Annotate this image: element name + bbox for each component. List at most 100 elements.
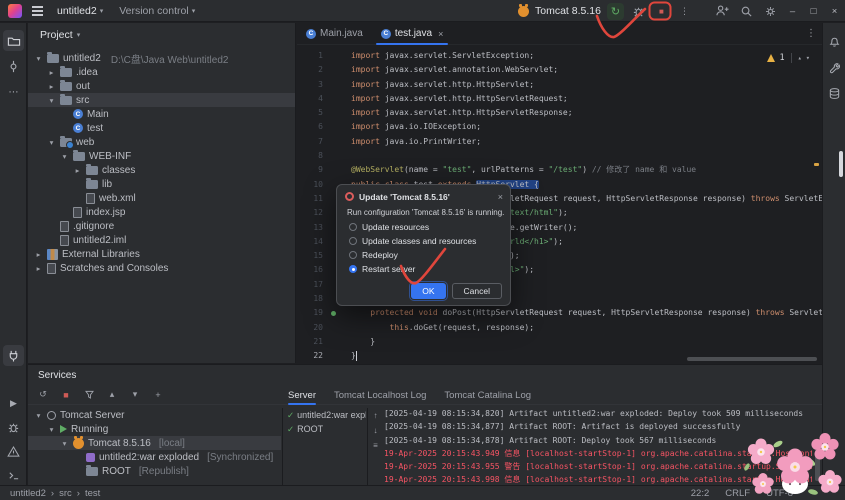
- notifications-tool-button[interactable]: [824, 31, 845, 52]
- run-config-name[interactable]: Tomcat 8.5.16: [535, 5, 601, 17]
- minimize-button[interactable]: –: [782, 0, 803, 22]
- maximize-button[interactable]: □: [803, 0, 824, 22]
- code-line[interactable]: 9 @WebServlet(name = "test", urlPatterns …: [297, 163, 822, 177]
- code-line[interactable]: 3 import javax.servlet.http.HttpServlet;: [297, 78, 822, 92]
- scroll-up-icon[interactable]: ↑: [374, 411, 378, 420]
- project-tree-item[interactable]: index.jsp: [28, 205, 295, 219]
- tab-tomcat-catalina-log[interactable]: Tomcat Catalina Log: [444, 385, 531, 405]
- filter-icon[interactable]: [82, 389, 96, 400]
- code-line[interactable]: 7 import java.io.PrintWriter;: [297, 135, 822, 149]
- project-tree-item[interactable]: .gitignore: [28, 219, 295, 233]
- services-header[interactable]: Services: [28, 365, 822, 385]
- close-button[interactable]: ×: [824, 0, 845, 22]
- radio-icon[interactable]: [349, 237, 357, 245]
- tab-options-icon[interactable]: ⋮: [806, 28, 816, 39]
- main-menu-button[interactable]: [30, 4, 45, 17]
- terminal-tool-button[interactable]: [3, 465, 24, 486]
- project-tree-item[interactable]: untitled2.iml: [28, 233, 295, 247]
- project-tree-item[interactable]: ▸ out: [28, 79, 295, 93]
- tab-main-java[interactable]: C Main.java: [297, 23, 372, 45]
- code-line[interactable]: 20 this.doGet(request, response);: [297, 321, 822, 335]
- build-tool-button[interactable]: [824, 57, 845, 78]
- code-line[interactable]: 2 import javax.servlet.annotation.WebServ…: [297, 63, 822, 77]
- code-line[interactable]: 6 import java.io.IOException;: [297, 120, 822, 134]
- project-tool-button[interactable]: [3, 30, 24, 51]
- project-tree-item[interactable]: ▾ web: [28, 135, 295, 149]
- stop-button[interactable]: ■: [653, 3, 670, 20]
- breadcrumb-item[interactable]: src: [59, 488, 72, 499]
- code-line[interactable]: 4 import javax.servlet.http.HttpServletRe…: [297, 92, 822, 106]
- radio-option[interactable]: Restart server: [349, 262, 510, 276]
- radio-option[interactable]: Update resources: [349, 220, 510, 234]
- project-widget[interactable]: untitled2 ▾: [53, 3, 107, 19]
- add-user-button[interactable]: [710, 0, 734, 22]
- more-tools-button[interactable]: ⋯: [3, 82, 24, 103]
- expand-all-icon[interactable]: ▴: [105, 389, 119, 400]
- collapse-all-icon[interactable]: ▾: [128, 389, 142, 400]
- code-line[interactable]: 5 import javax.servlet.http.HttpServletRe…: [297, 106, 822, 120]
- add-service-icon[interactable]: +: [151, 390, 165, 400]
- project-tree-item[interactable]: ▾ src: [28, 93, 295, 107]
- close-tab-icon[interactable]: ×: [438, 29, 443, 39]
- commit-tool-button[interactable]: [3, 56, 24, 77]
- services-tree-item[interactable]: ▾ Running: [28, 422, 281, 436]
- vcs-widget[interactable]: Version control ▾: [115, 3, 199, 19]
- project-tree-item[interactable]: lib: [28, 177, 295, 191]
- log-scrollbar[interactable]: [815, 443, 820, 481]
- tab-test-java[interactable]: C test.java ×: [372, 23, 453, 45]
- radio-option[interactable]: Update classes and resources: [349, 234, 510, 248]
- run-tool-button[interactable]: ▶: [3, 393, 24, 414]
- horizontal-scrollbar[interactable]: [687, 357, 817, 361]
- settings-button[interactable]: [758, 0, 782, 22]
- breadcrumb-item[interactable]: untitled2: [10, 488, 46, 499]
- radio-icon[interactable]: [349, 265, 357, 273]
- project-tree-item[interactable]: Ctest: [28, 121, 295, 135]
- services-tree-item[interactable]: untitled2:war exploded [Synchronized]: [28, 450, 281, 464]
- project-tree-item[interactable]: ▸ .idea: [28, 65, 295, 79]
- rerun-button[interactable]: ↻: [606, 2, 624, 20]
- services-tree-item[interactable]: ▾ Tomcat 8.5.16 [local]: [28, 435, 281, 450]
- search-button[interactable]: [734, 0, 758, 22]
- project-tree-item[interactable]: ▸ External Libraries: [28, 247, 295, 261]
- ok-button[interactable]: OK: [409, 281, 448, 301]
- services-tree-item[interactable]: ▾ Tomcat Server: [28, 408, 281, 422]
- project-tree-item[interactable]: web.xml: [28, 191, 295, 205]
- radio-icon[interactable]: [349, 223, 357, 231]
- stop-icon[interactable]: ■: [59, 390, 73, 400]
- project-tree-item[interactable]: ▸ Scratches and Consoles: [28, 261, 295, 275]
- project-tree-item[interactable]: ▾ WEB-INF: [28, 149, 295, 163]
- breadcrumb[interactable]: untitled2 › src › test: [10, 488, 100, 499]
- problems-tool-button[interactable]: [3, 441, 24, 462]
- soft-wrap-icon[interactable]: ≡: [373, 441, 378, 450]
- prev-issue-icon[interactable]: ▴: [798, 54, 802, 62]
- project-tree-item[interactable]: ▸ classes: [28, 163, 295, 177]
- radio-option[interactable]: Redeploy: [349, 248, 510, 262]
- breadcrumb-item[interactable]: test: [85, 488, 100, 499]
- more-actions-button[interactable]: ⋮: [676, 3, 693, 20]
- rerun-icon[interactable]: ↺: [36, 389, 50, 400]
- line-ending[interactable]: CRLF: [725, 488, 750, 499]
- deployment-item[interactable]: ✓untitled2:war exploded: [287, 408, 366, 422]
- deployment-item[interactable]: ✓ ROOT: [287, 422, 366, 436]
- next-issue-icon[interactable]: ▾: [806, 54, 810, 62]
- services-tool-button[interactable]: [3, 345, 24, 366]
- project-tree-item[interactable]: C Main: [28, 107, 295, 121]
- tab-server[interactable]: Server: [288, 385, 316, 405]
- tool-strip-handle[interactable]: [839, 151, 843, 177]
- database-tool-button[interactable]: [824, 83, 845, 104]
- code-line[interactable]: 21 }: [297, 335, 822, 349]
- project-tree-item[interactable]: ▾ untitled2 D:\C盘\Java Web\untitled2: [28, 51, 295, 66]
- scroll-down-icon[interactable]: ↓: [374, 426, 378, 435]
- cancel-button[interactable]: Cancel: [451, 283, 502, 299]
- services-tree-item[interactable]: ROOT [Republish]: [28, 464, 281, 478]
- code-line[interactable]: 8: [297, 149, 822, 163]
- file-encoding[interactable]: UTF-8: [766, 488, 793, 499]
- radio-icon[interactable]: [349, 251, 357, 259]
- caret-position[interactable]: 22:2: [691, 488, 710, 499]
- inspections-widget[interactable]: 1 ▴ ▾: [767, 53, 810, 63]
- debug-tool-button[interactable]: [3, 417, 24, 438]
- project-panel-header[interactable]: Project ▾: [28, 23, 295, 47]
- debug-button[interactable]: [630, 3, 647, 20]
- close-icon[interactable]: ×: [498, 192, 503, 202]
- code-line[interactable]: 1 import javax.servlet.ServletException;: [297, 49, 822, 63]
